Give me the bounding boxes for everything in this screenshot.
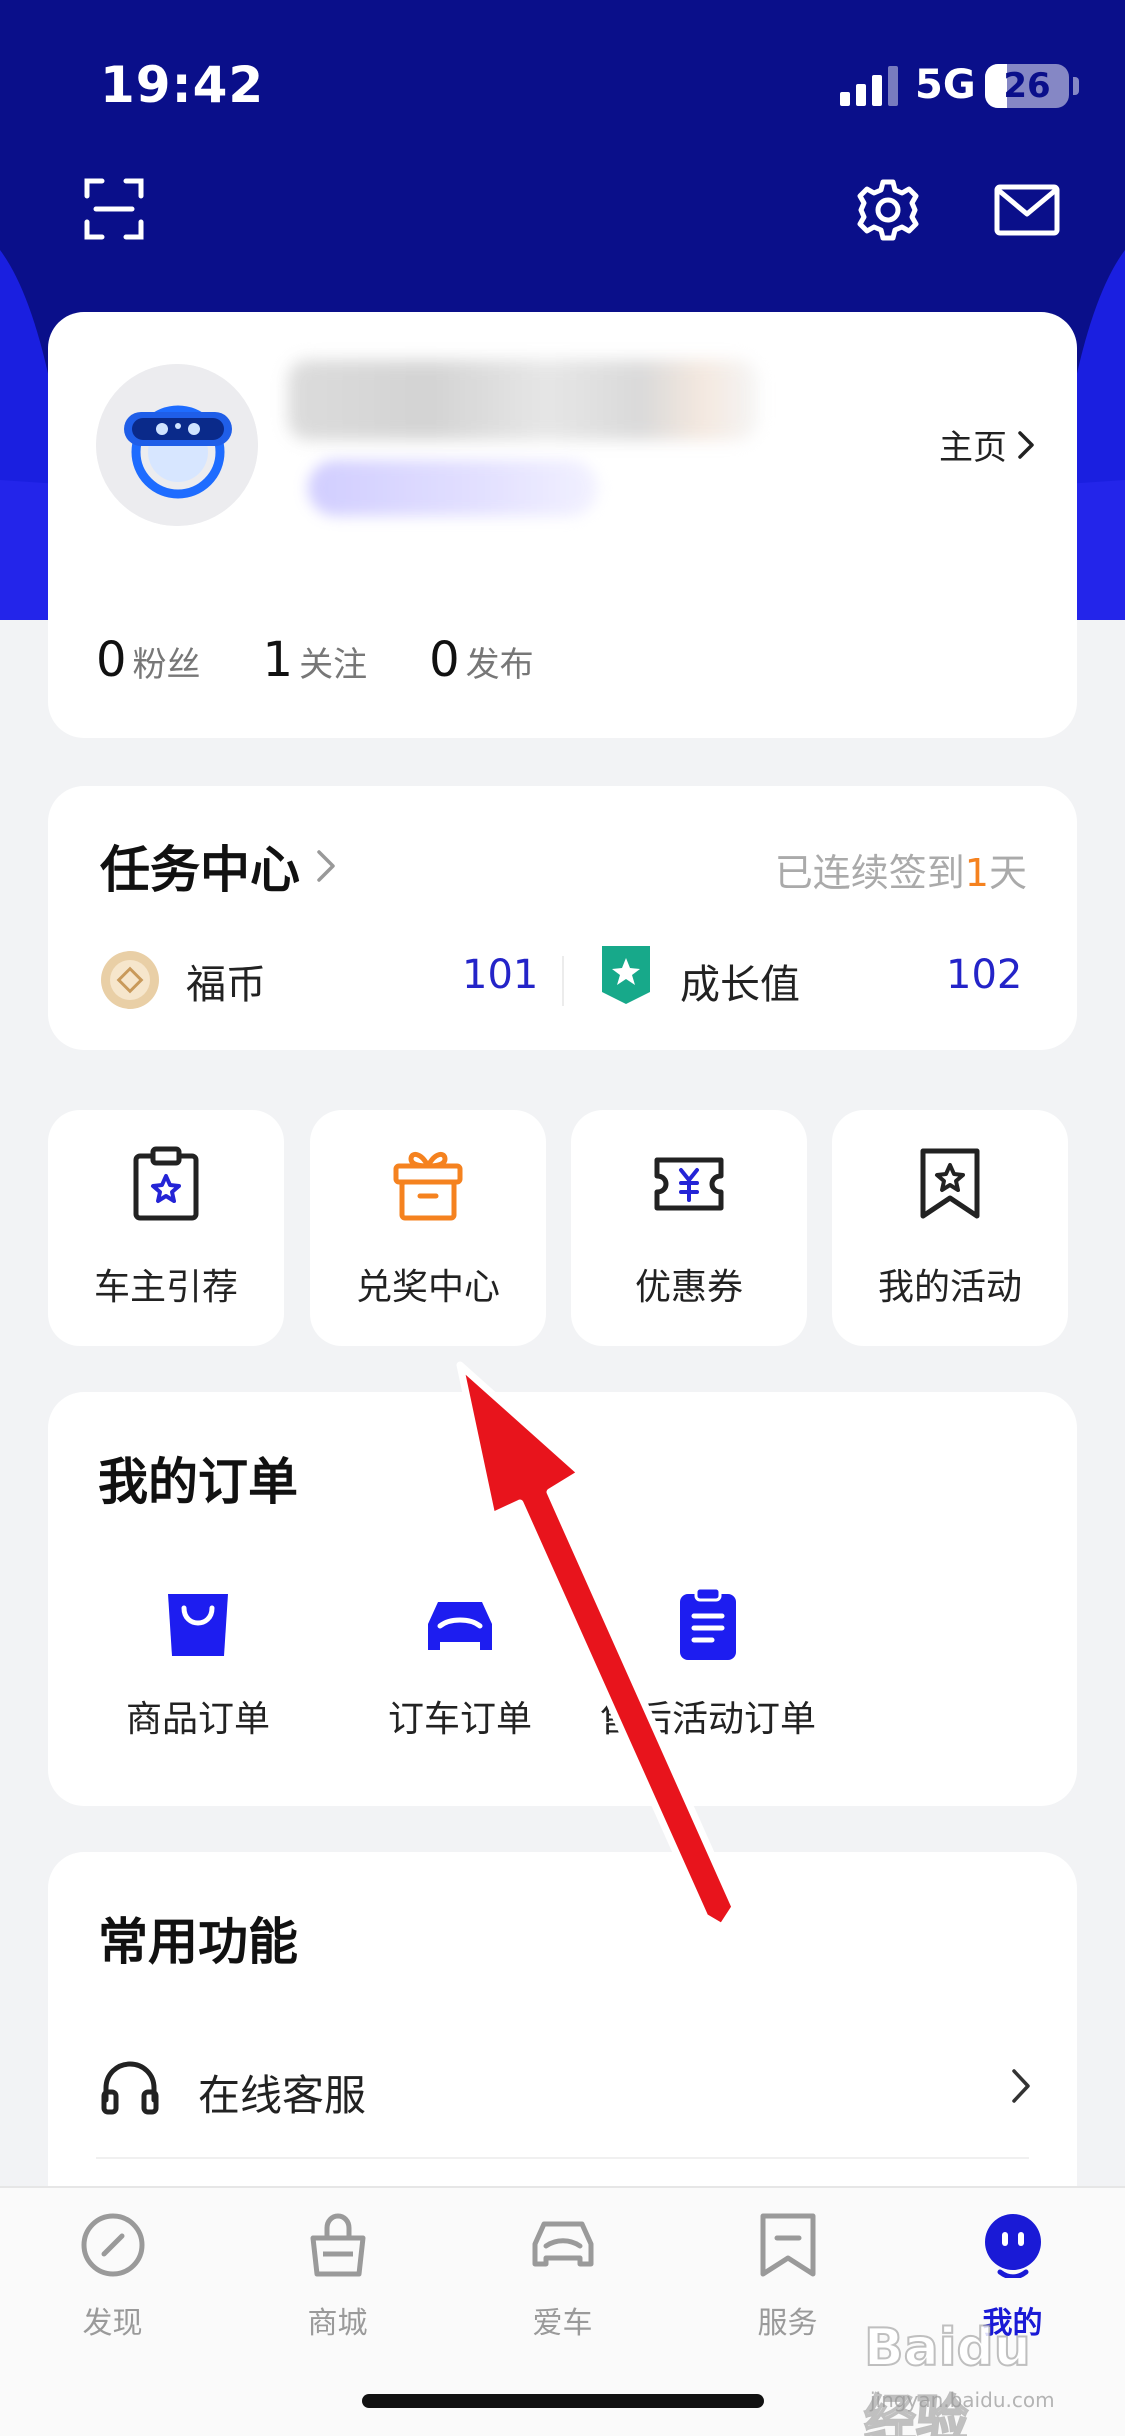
gear-icon[interactable] [856, 178, 920, 242]
compass-icon [81, 2213, 145, 2277]
blurred-user-badge [308, 460, 598, 516]
checkin-days: 1 [964, 851, 989, 895]
shield-star-icon [602, 946, 650, 1004]
bag-icon [310, 2213, 366, 2277]
avatar[interactable] [96, 364, 258, 526]
tile-label: 优惠券 [634, 1267, 743, 1308]
tile-label: 我的活动 [877, 1267, 1022, 1308]
tab-label: 发现 [82, 2306, 143, 2341]
stat-label: 关注 [299, 645, 368, 685]
mail-icon[interactable] [994, 184, 1060, 236]
blurred-username [288, 360, 758, 440]
orders-title: 我的订单 [98, 1453, 298, 1511]
task-center-card: 任务中心 已连续签到1天 福币 101 成长值 102 [48, 786, 1077, 1050]
task-center-title-text: 任务中心 [100, 841, 300, 899]
order-products[interactable]: 商品订单 [68, 1584, 328, 1754]
watermark-main: Baidu经验 [863, 2317, 1032, 2436]
homepage-link[interactable]: 主页 [939, 420, 1035, 469]
chevron-right-icon [1012, 2069, 1030, 2103]
checkin-status: 已连续签到1天 [775, 842, 1027, 897]
car-icon [428, 1602, 492, 1650]
common-title: 常用功能 [98, 1913, 298, 1971]
tile-coupons[interactable]: 优惠券 [571, 1110, 807, 1346]
tab-my-car[interactable]: 爱车 [450, 2212, 675, 2362]
status-bar: 19:42 5G 26 [0, 0, 1125, 170]
task-center-title[interactable]: 任务中心 [100, 830, 336, 902]
chevron-right-icon [1018, 430, 1034, 459]
clipboard-star-icon [133, 1146, 199, 1221]
tile-label: 兑奖中心 [355, 1267, 500, 1308]
chevron-right-icon [317, 850, 335, 882]
stat-value: 0 [429, 632, 460, 688]
checkin-prefix: 已连续签到 [774, 851, 965, 895]
stat-label: 粉丝 [132, 645, 201, 685]
online-service-label: 在线客服 [198, 2071, 367, 2120]
profile-card[interactable]: 主页 0 粉丝 1 关注 0 发布 [48, 312, 1077, 738]
my-orders-card: 我的订单 商品订单 订车订单 售后活动订单 [48, 1392, 1077, 1806]
document-list-icon [680, 1586, 736, 1660]
coin-value[interactable]: 101 [462, 952, 538, 998]
tile-label: 车主引荐 [93, 1267, 238, 1308]
tile-my-activities[interactable]: 我的活动 [832, 1110, 1068, 1346]
row-divider [96, 2157, 1029, 2159]
home-indicator[interactable] [362, 2394, 764, 2408]
stat-value: 1 [262, 632, 294, 688]
headset-icon [101, 2061, 159, 2115]
battery-level: 26 [1003, 66, 1051, 106]
coin-icon [101, 951, 159, 1009]
stat-posts[interactable]: 0 发布 [429, 632, 534, 688]
tab-label: 爱车 [532, 2306, 593, 2341]
face-icon [985, 2214, 1041, 2278]
coin-label[interactable]: 福币 [186, 952, 266, 1010]
tile-prize-center[interactable]: 兑奖中心 [310, 1110, 546, 1346]
coupon-icon [654, 1157, 724, 1211]
tile-owner-referral[interactable]: 车主引荐 [48, 1110, 284, 1346]
status-time: 19:42 [100, 56, 265, 114]
checkin-suffix: 天 [988, 851, 1027, 895]
gift-box-icon [393, 1151, 463, 1221]
tab-discover[interactable]: 发现 [0, 2212, 225, 2362]
bookmark-star-icon [920, 1148, 980, 1219]
homepage-label: 主页 [939, 428, 1007, 468]
stat-value: 0 [96, 632, 127, 688]
order-label: 订车订单 [387, 1699, 532, 1740]
battery-nub [1073, 77, 1079, 95]
order-car[interactable]: 订车订单 [330, 1584, 590, 1754]
online-service-row[interactable]: 在线客服 [48, 2022, 1077, 2152]
signal-icon [840, 66, 898, 106]
watermark-sub: jingyan.baidu.com [870, 2388, 1055, 2412]
car-outline-icon [532, 2221, 594, 2267]
profile-stats: 0 粉丝 1 关注 0 发布 [96, 632, 596, 688]
stat-label: 发布 [465, 645, 534, 685]
robot-avatar-icon [96, 364, 258, 526]
tab-label: 商城 [307, 2306, 368, 2341]
bookmark-icon [760, 2213, 816, 2277]
growth-label[interactable]: 成长值 [680, 952, 800, 1010]
baidu-watermark: Baidu经验 jingyan.baidu.com [863, 2317, 1070, 2436]
order-label: 商品订单 [125, 1699, 270, 1740]
stat-following[interactable]: 1 关注 [263, 632, 368, 688]
order-label: 售后活动订单 [599, 1699, 816, 1740]
stat-followers[interactable]: 0 粉丝 [96, 632, 201, 688]
shopping-bag-icon [168, 1594, 228, 1656]
battery-icon: 26 [985, 64, 1069, 108]
scan-icon[interactable] [84, 178, 144, 240]
divider [562, 956, 564, 1006]
order-after-sales[interactable]: 售后活动订单 [578, 1584, 838, 1754]
growth-value[interactable]: 102 [946, 952, 1022, 998]
tab-mall[interactable]: 商城 [225, 2212, 450, 2362]
network-type: 5G [915, 62, 976, 108]
